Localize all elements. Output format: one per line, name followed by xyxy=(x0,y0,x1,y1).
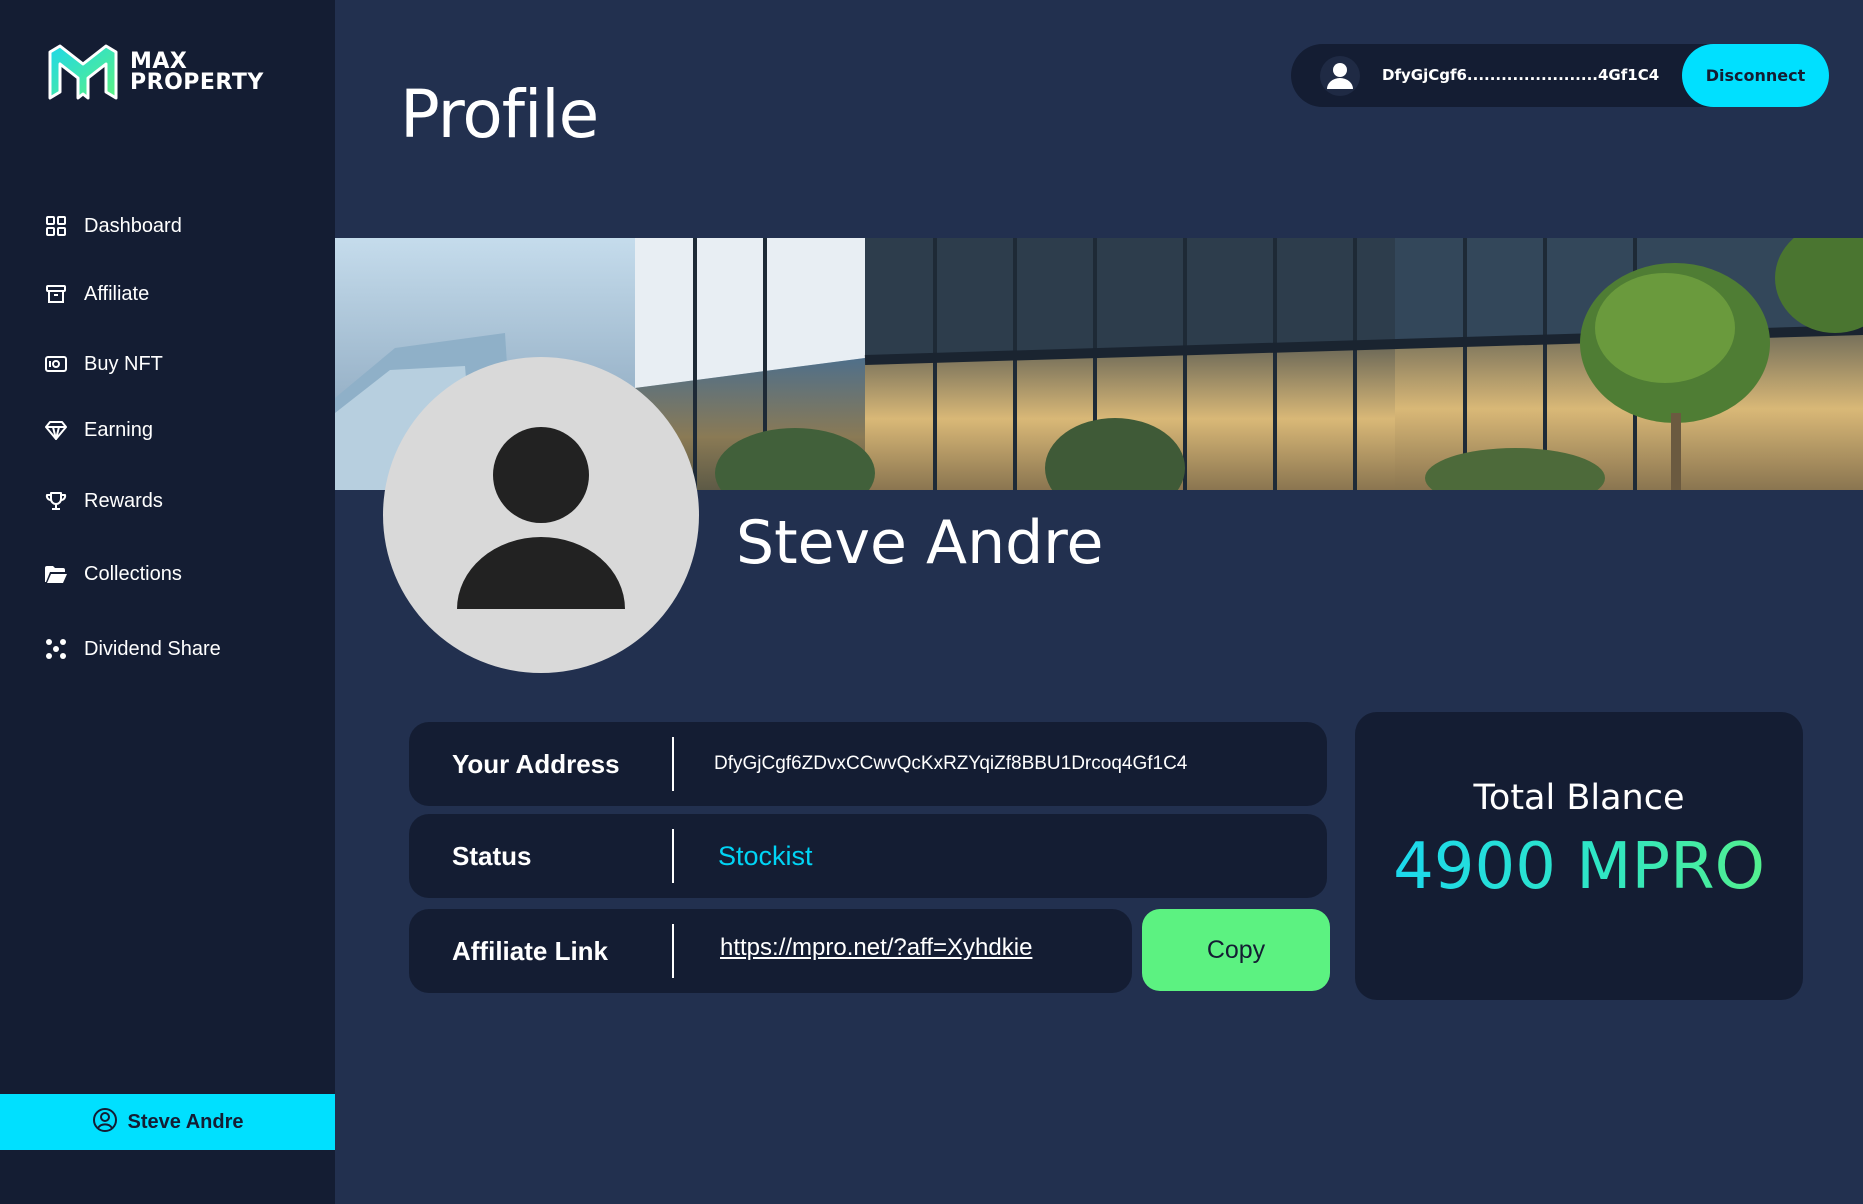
affiliate-label: Affiliate Link xyxy=(452,935,609,966)
sidebar-item-label: Earning xyxy=(84,418,153,441)
status-row: Status Stockist xyxy=(409,814,1327,898)
balance-card: Total Blance 4900 MPRO xyxy=(1355,712,1803,1000)
address-label: Your Address xyxy=(452,748,620,779)
sidebar-item-buy-nft[interactable]: Buy NFT xyxy=(44,344,163,384)
brand-logo[interactable]: MAX PROPERTY xyxy=(46,44,264,100)
sidebar-item-earning[interactable]: Earning xyxy=(44,410,153,450)
row-divider xyxy=(672,737,674,791)
wallet-avatar-icon xyxy=(1320,56,1360,96)
diamond-icon xyxy=(44,418,68,442)
profile-avatar[interactable] xyxy=(383,357,699,673)
sidebar-item-dashboard[interactable]: Dashboard xyxy=(44,206,182,246)
m-logo-icon xyxy=(48,44,118,100)
status-label: Status xyxy=(452,840,532,871)
page-title: Profile xyxy=(400,76,599,153)
trophy-icon xyxy=(44,489,68,513)
banknote-icon xyxy=(44,352,68,376)
profile-name: Steve Andre xyxy=(736,508,1104,578)
address-row: Your Address DfyGjCgf6ZDvxCCwvQcKxRZYqiZ… xyxy=(409,722,1327,806)
box-icon xyxy=(44,282,68,306)
sidebar-item-rewards[interactable]: Rewards xyxy=(44,481,163,521)
address-value: DfyGjCgf6ZDvxCCwvQcKxRZYqiZf8BBU1Drcoq4G… xyxy=(714,753,1188,774)
wallet-address: DfyGjCgf6.......................4Gf1C4 xyxy=(1382,66,1660,84)
sidebar-item-label: Affiliate xyxy=(84,282,150,305)
sidebar-item-label: Rewards xyxy=(84,489,163,512)
sidebar-user-label: Steve Andre xyxy=(127,1110,244,1133)
balance-label: Total Blance xyxy=(1473,778,1685,818)
user-circle-icon xyxy=(92,1107,118,1138)
brand-line-2: PROPERTY xyxy=(130,70,264,95)
sidebar-item-dividend-share[interactable]: Dividend Share xyxy=(44,629,221,669)
disconnect-button[interactable]: Disconnect xyxy=(1682,44,1829,107)
affiliate-row: Affiliate Link https://mpro.net/?aff=Xyh… xyxy=(409,909,1132,993)
sidebar-item-label: Buy NFT xyxy=(84,352,163,375)
folder-icon xyxy=(44,562,68,586)
sidebar-item-affiliate[interactable]: Affiliate xyxy=(44,274,149,314)
affiliate-link[interactable]: https://mpro.net/?aff=Xyhdkie xyxy=(720,906,1032,990)
sidebar: MAX PROPERTY Dashboard Affiliate Buy NFT… xyxy=(0,0,335,1204)
network-icon xyxy=(44,637,68,661)
balance-value: 4900 MPRO xyxy=(1355,830,1803,904)
user-silhouette-icon xyxy=(457,427,625,609)
brand-line-1: MAX xyxy=(130,49,188,74)
brand-name: MAX PROPERTY xyxy=(130,49,264,95)
sidebar-item-label: Dividend Share xyxy=(84,637,221,660)
status-value: Stockist xyxy=(718,840,813,871)
grid-icon xyxy=(44,214,68,238)
sidebar-item-collections[interactable]: Collections xyxy=(44,554,182,594)
sidebar-user-button[interactable]: Steve Andre xyxy=(0,1094,335,1150)
copy-button[interactable]: Copy xyxy=(1142,909,1330,991)
row-divider xyxy=(672,829,674,883)
row-divider xyxy=(672,924,674,978)
sidebar-item-label: Dashboard xyxy=(84,214,182,237)
sidebar-item-label: Collections xyxy=(84,562,182,585)
